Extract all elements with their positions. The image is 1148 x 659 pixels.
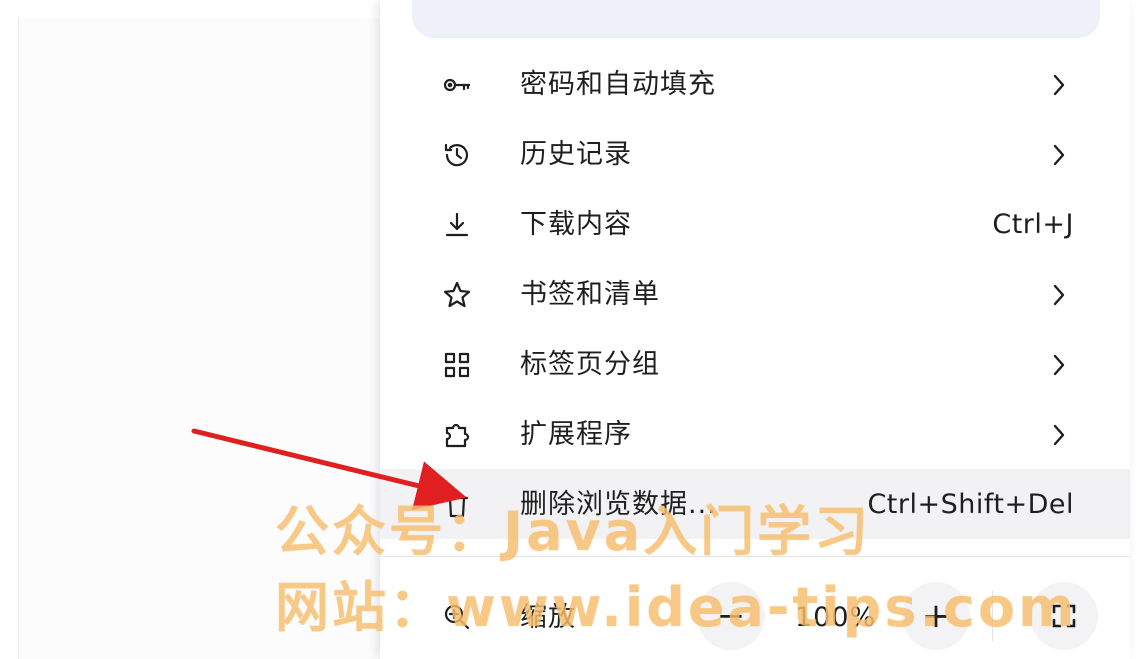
zoom-level: 100%	[795, 602, 877, 633]
menu-item-tab-groups[interactable]: 标签页分组	[380, 329, 1130, 399]
zoom-in-button[interactable]: +	[902, 582, 970, 650]
zoom-row: 缩放 − 100% +	[380, 582, 1130, 659]
browser-main-menu: 密码和自动填充 历史记录 下载内容 Ctrl+J 书签和清单 标签页分组 扩展程…	[380, 0, 1130, 659]
chevron-right-icon	[1050, 71, 1068, 99]
shortcut-hint: Ctrl+Shift+Del	[867, 489, 1074, 520]
menu-item-label: 下载内容	[520, 209, 632, 240]
zoom-label: 缩放	[520, 602, 576, 633]
menu-item-downloads[interactable]: 下载内容 Ctrl+J	[380, 189, 1130, 259]
menu-item-label: 标签页分组	[520, 349, 660, 380]
menu-item-passwords-autofill[interactable]: 密码和自动填充	[380, 49, 1130, 119]
zoom-out-button[interactable]: −	[697, 582, 765, 650]
shortcut-hint: Ctrl+J	[992, 209, 1074, 240]
zoom-separator	[992, 590, 993, 642]
star-icon	[442, 280, 472, 310]
chevron-right-icon	[1050, 141, 1068, 169]
menu-item-label: 密码和自动填充	[520, 69, 716, 100]
fullscreen-icon	[1052, 604, 1076, 628]
menu-item-extensions[interactable]: 扩展程序	[380, 399, 1130, 469]
menu-item-clear-browsing-data[interactable]: 删除浏览数据... Ctrl+Shift+Del	[380, 469, 1130, 539]
fullscreen-button[interactable]	[1030, 582, 1098, 650]
grid-icon	[442, 350, 472, 380]
chevron-right-icon	[1050, 351, 1068, 379]
chevron-right-icon	[1050, 421, 1068, 449]
history-icon	[442, 140, 472, 170]
download-icon	[442, 210, 472, 240]
chevron-right-icon	[1050, 281, 1068, 309]
menu-item-label: 书签和清单	[520, 279, 660, 310]
menu-item-label: 历史记录	[520, 139, 632, 170]
key-icon	[442, 70, 472, 100]
page-background-area	[18, 18, 381, 659]
puzzle-icon	[442, 420, 472, 450]
menu-top-section	[412, 0, 1100, 38]
menu-item-label: 删除浏览数据...	[520, 489, 717, 520]
trash-icon	[442, 490, 472, 520]
menu-item-bookmarks[interactable]: 书签和清单	[380, 259, 1130, 329]
zoom-icon	[442, 602, 472, 632]
menu-item-label: 扩展程序	[520, 419, 632, 450]
menu-divider	[380, 556, 1130, 557]
menu-item-history[interactable]: 历史记录	[380, 119, 1130, 189]
